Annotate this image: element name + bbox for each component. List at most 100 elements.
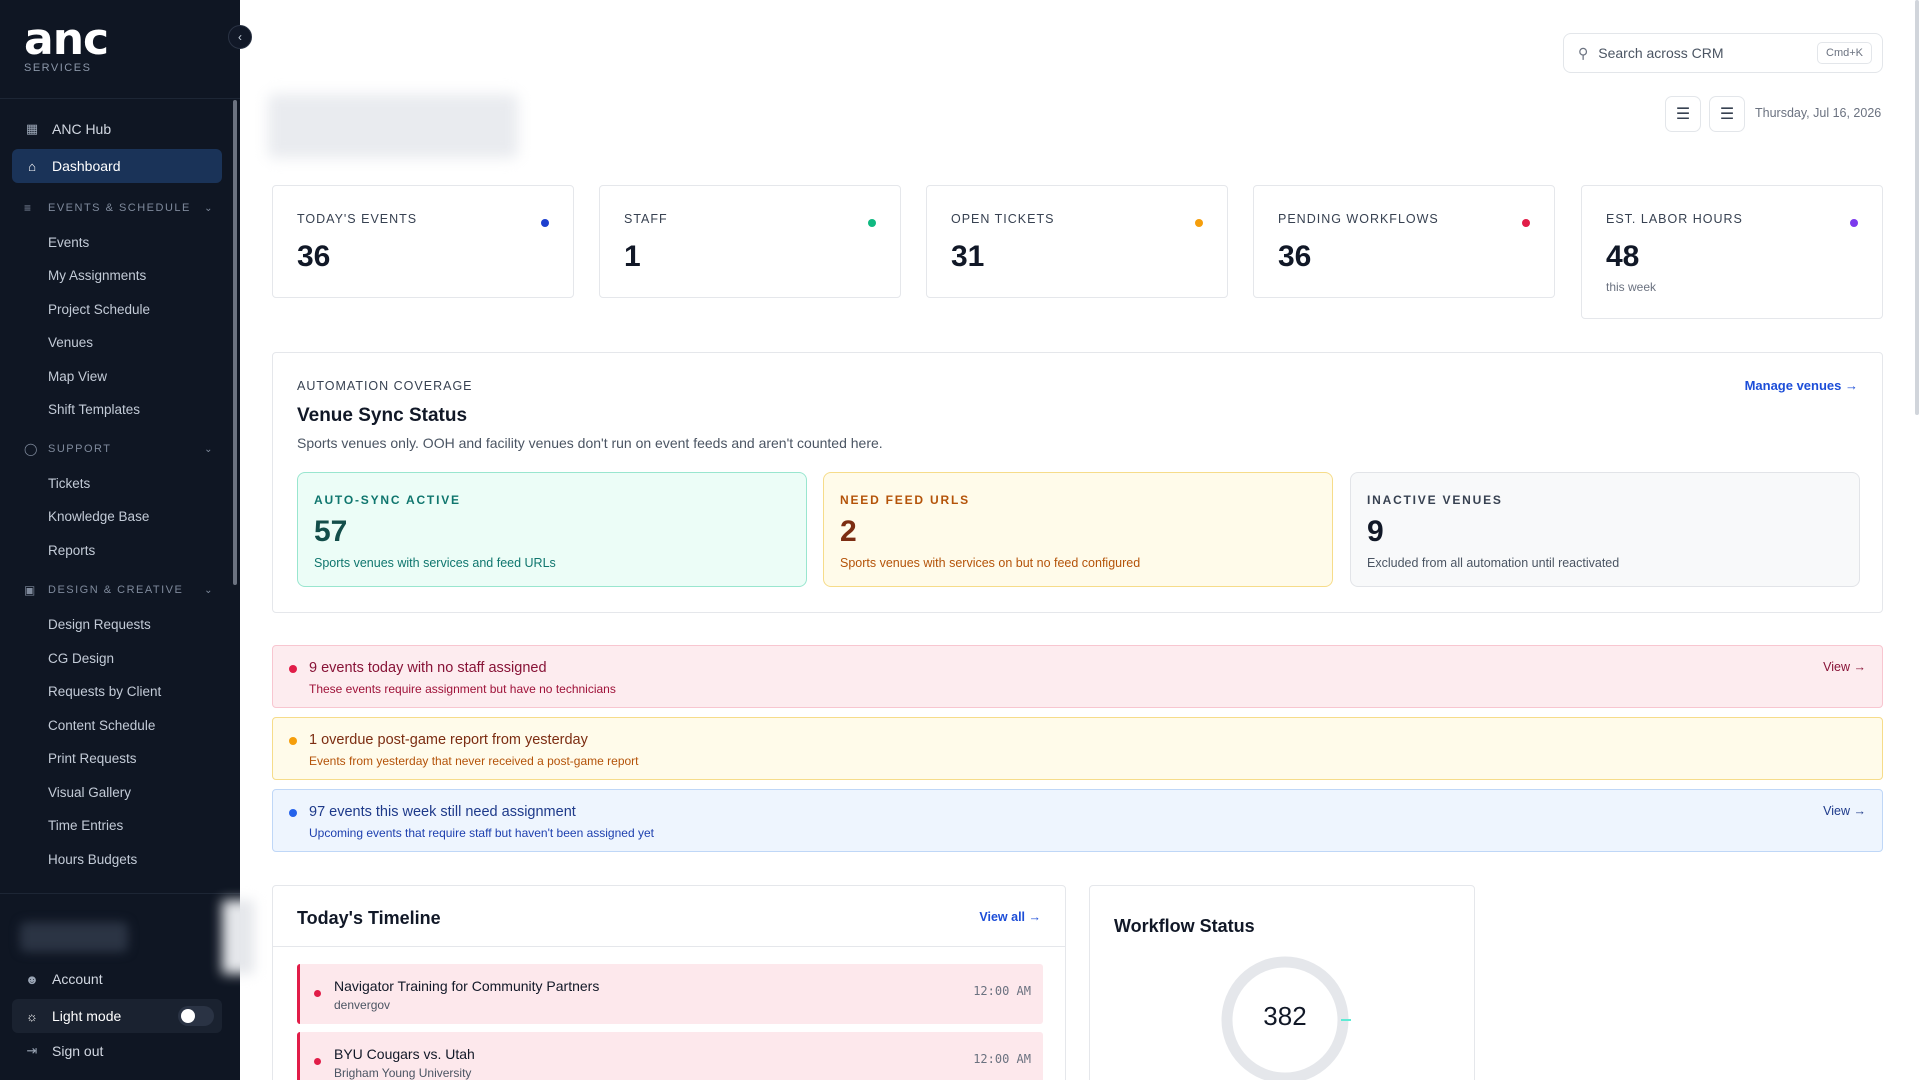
sidebar-item-account[interactable]: ☻ Account bbox=[12, 962, 222, 996]
palette-icon: ▣ bbox=[24, 583, 37, 597]
sync-description: Sports venues with services and feed URL… bbox=[314, 556, 556, 570]
page-title bbox=[268, 94, 518, 158]
alert-overdue-report[interactable]: 1 overdue post-game report from yesterda… bbox=[272, 717, 1883, 780]
sidebar-item-map-view[interactable]: Map View bbox=[48, 369, 107, 384]
stat-label: STAFF bbox=[624, 212, 668, 226]
timeline-event-time: 12:00 AM bbox=[973, 1052, 1031, 1066]
list-view-button[interactable]: ☰ bbox=[1709, 96, 1745, 132]
sidebar-item-anc-hub[interactable]: ▦ ANC Hub bbox=[12, 112, 222, 146]
stat-card-labor-hours[interactable]: EST. LABOR HOURS 48 this week bbox=[1581, 185, 1883, 319]
todays-timeline-panel: Today's Timeline View all → Navigator Tr… bbox=[272, 885, 1066, 1080]
sign-out-icon: ⇥ bbox=[26, 1043, 38, 1058]
alert-description: These events require assignment but have… bbox=[309, 682, 616, 696]
sidebar-item-shift-templates[interactable]: Shift Templates bbox=[48, 402, 140, 417]
stat-value: 36 bbox=[297, 240, 331, 273]
stat-value: 36 bbox=[1278, 240, 1312, 273]
timeline-view-all-link[interactable]: View all → bbox=[979, 910, 1041, 924]
sidebar-item-label: ANC Hub bbox=[52, 121, 112, 137]
sidebar-item-reports[interactable]: Reports bbox=[48, 543, 95, 558]
sidebar: anc SERVICES ▦ ANC Hub ⌂ Dashboard ≡ EVE… bbox=[0, 0, 240, 1080]
stat-value: 48 bbox=[1606, 240, 1640, 273]
sidebar-item-my-assignments[interactable]: My Assignments bbox=[48, 268, 146, 283]
collapse-sidebar-button[interactable]: ‹ bbox=[228, 25, 252, 49]
logo-wordmark: anc bbox=[24, 14, 109, 65]
sidebar-divider bbox=[0, 98, 240, 99]
current-date: Thursday, Jul 16, 2026 bbox=[1755, 106, 1882, 120]
sidebar-item-label: Sign out bbox=[52, 1043, 104, 1059]
chevron-down-icon: ⌄ bbox=[204, 202, 214, 214]
stat-card-staff[interactable]: STAFF 1 bbox=[599, 185, 901, 298]
stat-card-pending-workflows[interactable]: PENDING WORKFLOWS 36 bbox=[1253, 185, 1555, 298]
toggle-knob bbox=[181, 1009, 195, 1023]
status-dot bbox=[1522, 219, 1530, 227]
sidebar-item-design-requests[interactable]: Design Requests bbox=[48, 617, 151, 632]
sidebar-item-sign-out[interactable]: ⇥ Sign out bbox=[12, 1034, 222, 1068]
stat-value: 1 bbox=[624, 240, 641, 273]
search-input[interactable]: ⚲ Search across CRM Cmd+K bbox=[1563, 33, 1883, 73]
sidebar-item-label: Light mode bbox=[52, 1008, 122, 1024]
sidebar-scrollbar[interactable] bbox=[233, 100, 237, 585]
alert-dot bbox=[289, 665, 297, 673]
alert-dot bbox=[289, 737, 297, 745]
sync-label: INACTIVE VENUES bbox=[1367, 493, 1503, 507]
sidebar-item-events[interactable]: Events bbox=[48, 235, 89, 250]
alert-title: 97 events this week still need assignmen… bbox=[309, 804, 576, 820]
sync-value: 9 bbox=[1367, 515, 1384, 548]
page-scrollbar[interactable] bbox=[1915, 0, 1919, 415]
chevron-down-icon: ⌄ bbox=[204, 443, 214, 455]
search-placeholder: Search across CRM bbox=[1598, 45, 1724, 61]
sidebar-item-label: Account bbox=[52, 971, 103, 987]
list-icon: ☰ bbox=[1719, 106, 1735, 123]
alert-view-link[interactable]: View → bbox=[1823, 660, 1866, 674]
menu-button[interactable]: ☰ bbox=[1665, 96, 1701, 132]
sync-card-inactive-venues[interactable]: INACTIVE VENUES 9 Excluded from all auto… bbox=[1350, 472, 1860, 587]
section-support[interactable]: ◯ SUPPORT ⌄ bbox=[24, 439, 214, 459]
venue-sync-panel: AUTOMATION COVERAGE Venue Sync Status Sp… bbox=[272, 352, 1883, 613]
timeline-item[interactable]: Navigator Training for Community Partner… bbox=[297, 964, 1043, 1024]
sidebar-item-dashboard[interactable]: ⌂ Dashboard bbox=[12, 149, 222, 183]
alert-dot bbox=[289, 809, 297, 817]
timeline-event-name: Navigator Training for Community Partner… bbox=[334, 978, 600, 994]
alert-title: 1 overdue post-game report from yesterda… bbox=[309, 732, 588, 748]
sidebar-item-hours-budgets[interactable]: Hours Budgets bbox=[48, 852, 137, 867]
sync-description: Sports venues with services on but no fe… bbox=[840, 556, 1141, 570]
manage-venues-link[interactable]: Manage venues → bbox=[1745, 378, 1858, 393]
section-design-creative[interactable]: ▣ DESIGN & CREATIVE ⌄ bbox=[24, 580, 214, 600]
section-events-schedule[interactable]: ≡ EVENTS & SCHEDULE ⌄ bbox=[24, 198, 214, 218]
stat-card-todays-events[interactable]: TODAY'S EVENTS 36 bbox=[272, 185, 574, 298]
chevron-left-icon: ‹ bbox=[238, 30, 242, 44]
sidebar-item-tickets[interactable]: Tickets bbox=[48, 476, 90, 491]
alert-unstaffed-events[interactable]: 9 events today with no staff assigned Th… bbox=[272, 645, 1883, 708]
search-icon: ⚲ bbox=[1578, 44, 1589, 61]
light-mode-toggle[interactable] bbox=[178, 1006, 214, 1026]
sidebar-item-knowledge-base[interactable]: Knowledge Base bbox=[48, 509, 149, 524]
timeline-event-name: BYU Cougars vs. Utah bbox=[334, 1046, 475, 1062]
alert-description: Upcoming events that require staff but h… bbox=[309, 826, 654, 840]
sidebar-item-content-schedule[interactable]: Content Schedule bbox=[48, 718, 155, 733]
sidebar-item-venues[interactable]: Venues bbox=[48, 335, 93, 350]
sync-card-need-feed-urls[interactable]: NEED FEED URLS 2 Sports venues with serv… bbox=[823, 472, 1333, 587]
help-circle-icon: ◯ bbox=[24, 442, 39, 456]
sidebar-item-print-requests[interactable]: Print Requests bbox=[48, 751, 137, 766]
timeline-dot bbox=[314, 990, 321, 997]
sync-value: 57 bbox=[314, 515, 348, 548]
alert-title: 9 events today with no staff assigned bbox=[309, 660, 547, 676]
alert-week-assignments[interactable]: 97 events this week still need assignmen… bbox=[272, 789, 1883, 852]
sidebar-item-visual-gallery[interactable]: Visual Gallery bbox=[48, 785, 131, 800]
brand-logo[interactable]: anc SERVICES bbox=[24, 14, 109, 75]
section-title: EVENTS & SCHEDULE bbox=[48, 202, 191, 214]
timeline-item[interactable]: BYU Cougars vs. Utah Brigham Young Unive… bbox=[297, 1032, 1043, 1080]
user-profile[interactable] bbox=[20, 922, 128, 952]
sync-card-auto-sync-active[interactable]: AUTO-SYNC ACTIVE 57 Sports venues with s… bbox=[297, 472, 807, 587]
panel-title: Venue Sync Status bbox=[297, 405, 468, 426]
stat-card-open-tickets[interactable]: OPEN TICKETS 31 bbox=[926, 185, 1228, 298]
status-dot bbox=[868, 219, 876, 227]
sidebar-item-time-entries[interactable]: Time Entries bbox=[48, 818, 123, 833]
status-dot bbox=[1850, 219, 1858, 227]
workflow-total: 382 bbox=[1263, 1001, 1307, 1031]
sidebar-item-cg-design[interactable]: CG Design bbox=[48, 651, 114, 666]
sidebar-item-requests-by-client[interactable]: Requests by Client bbox=[48, 684, 161, 699]
alert-view-link[interactable]: View → bbox=[1823, 804, 1866, 818]
panel-description: Sports venues only. OOH and facility ven… bbox=[297, 435, 883, 451]
sidebar-item-project-schedule[interactable]: Project Schedule bbox=[48, 302, 150, 317]
